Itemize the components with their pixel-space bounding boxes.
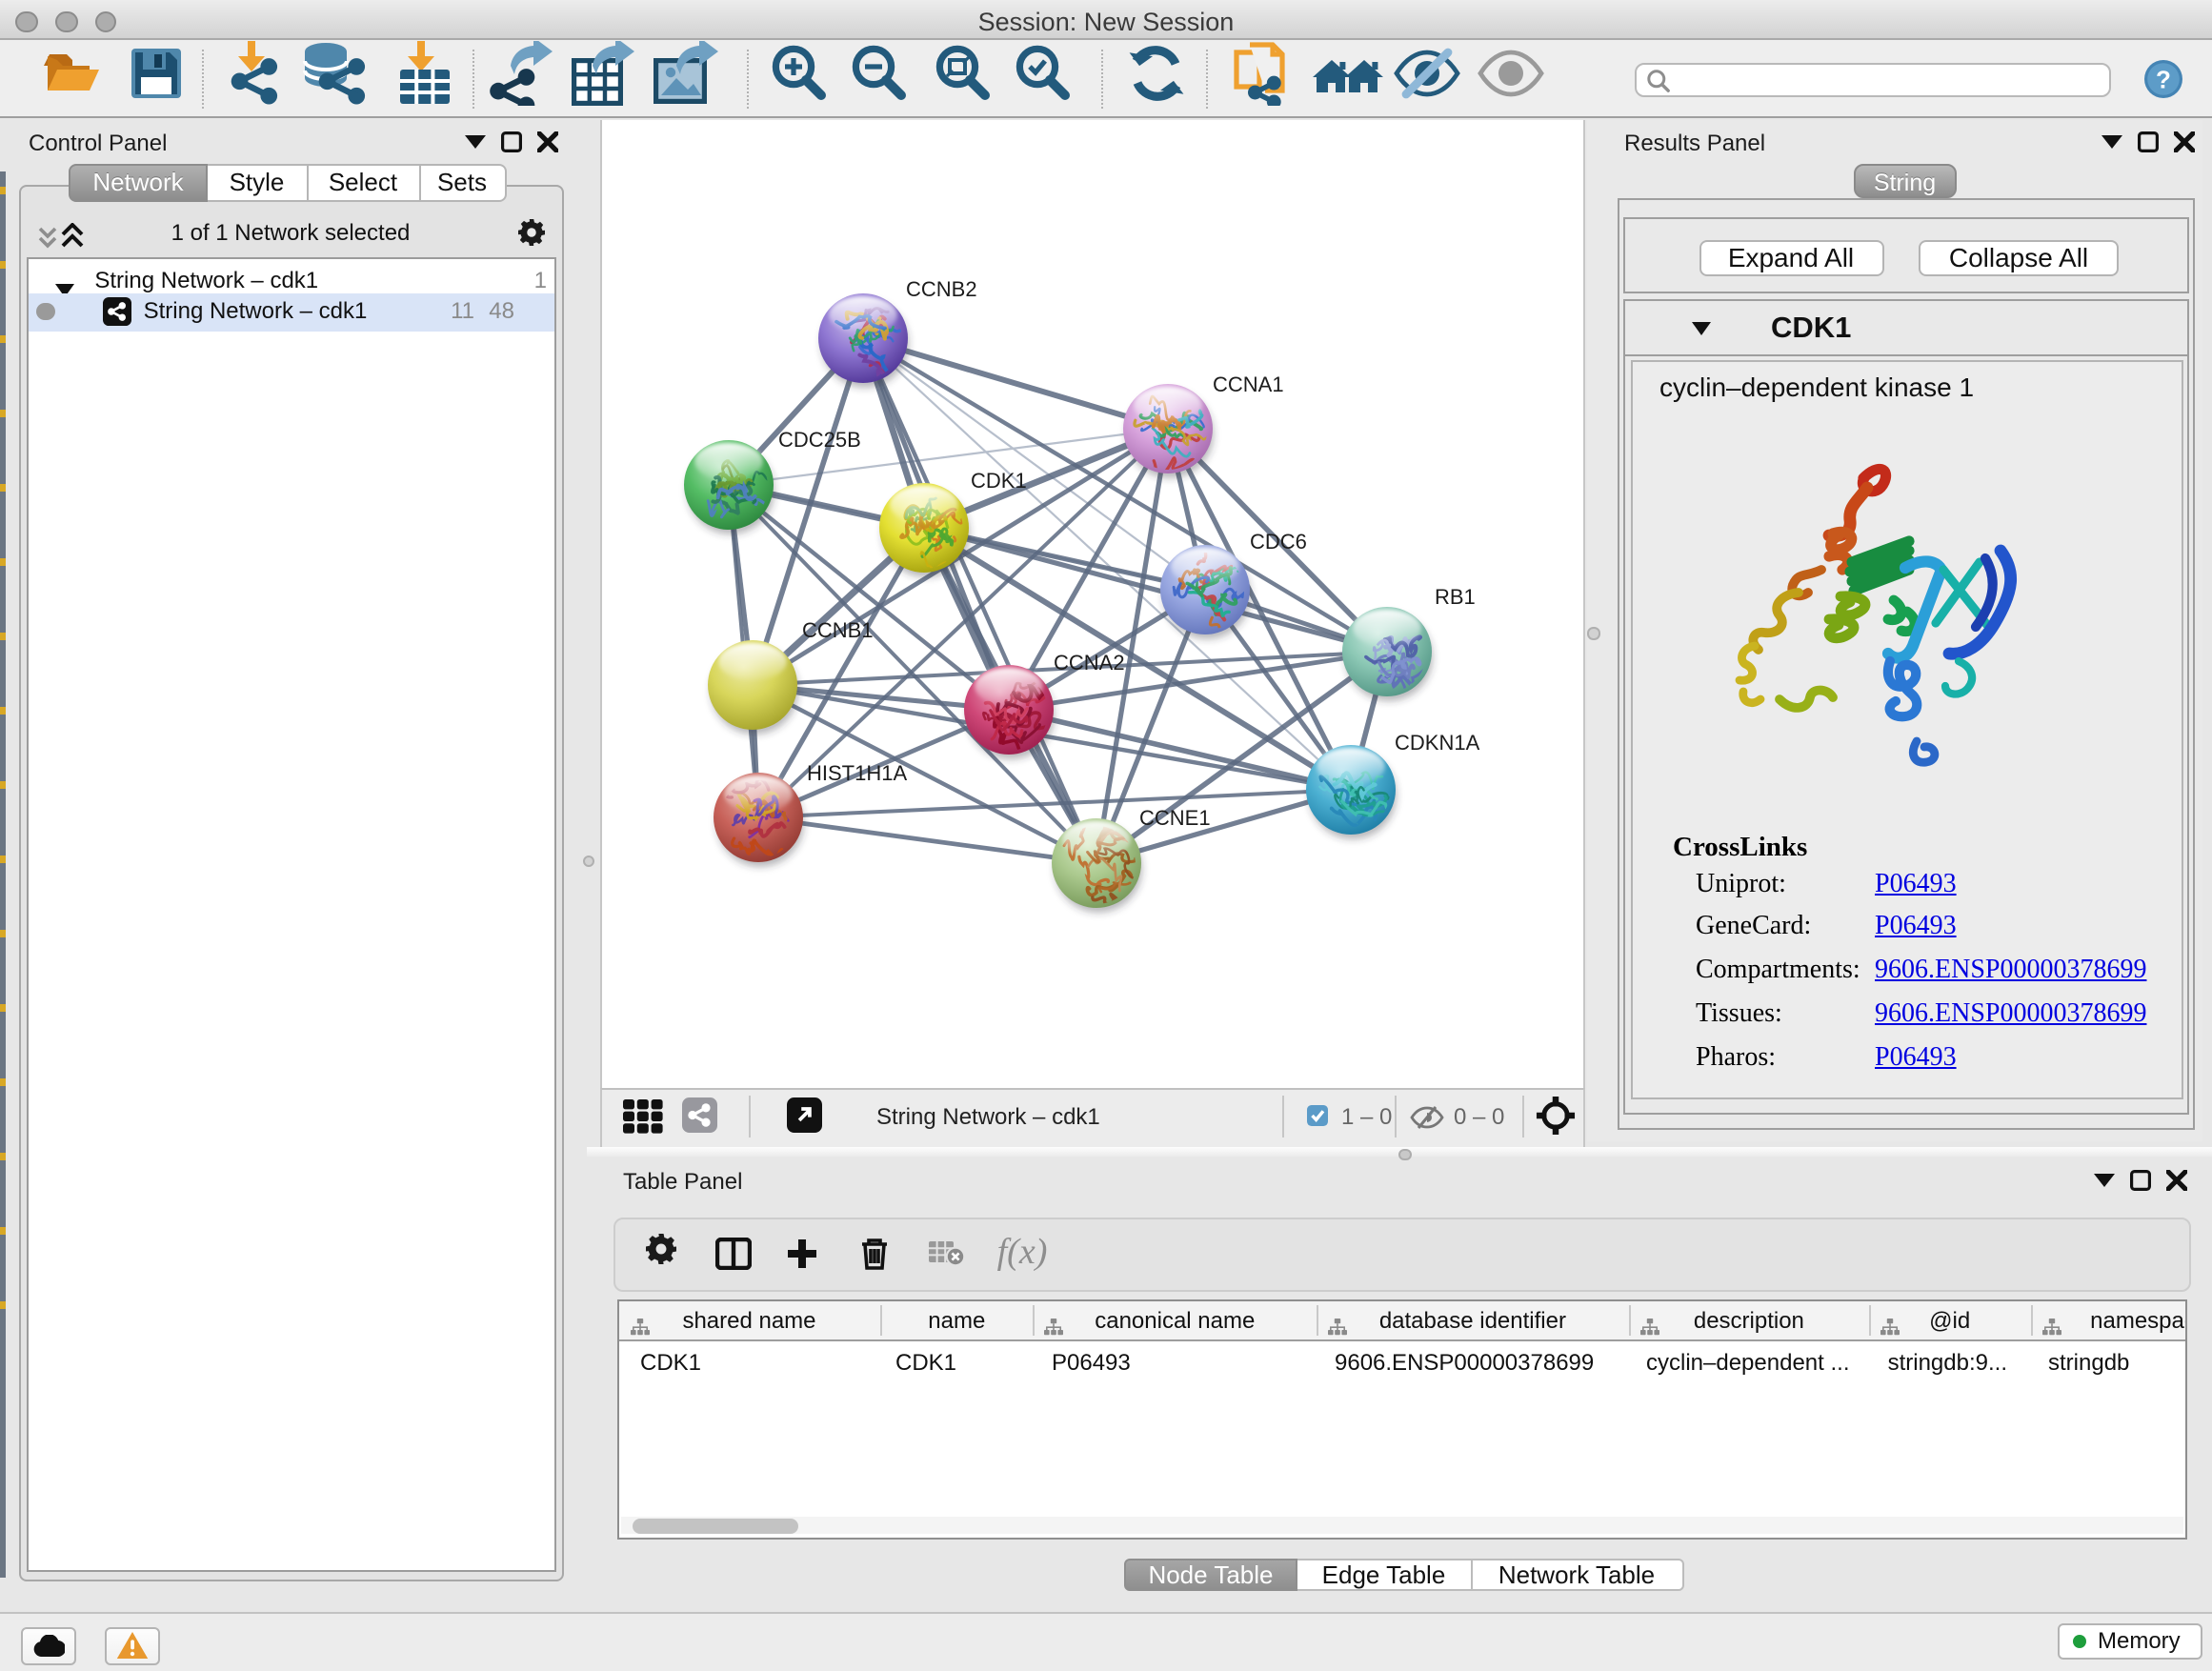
svg-text:CDKN1A: CDKN1A — [1394, 730, 1479, 754]
svg-text:CDK1: CDK1 — [970, 468, 1026, 492]
svg-text:RB1: RB1 — [1434, 584, 1475, 608]
svg-text:CCNB1: CCNB1 — [801, 617, 873, 641]
svg-text:?: ? — [2156, 65, 2171, 93]
svg-text:CDC6: CDC6 — [1249, 529, 1306, 553]
svg-text:CDC25B: CDC25B — [777, 427, 860, 451]
svg-text:CCNA2: CCNA2 — [1053, 650, 1124, 674]
svg-text:CCNA1: CCNA1 — [1212, 372, 1283, 395]
svg-text:HIST1H1A: HIST1H1A — [806, 760, 906, 784]
svg-text:CCNE1: CCNE1 — [1138, 805, 1210, 829]
svg-text:CCNB2: CCNB2 — [905, 276, 976, 300]
